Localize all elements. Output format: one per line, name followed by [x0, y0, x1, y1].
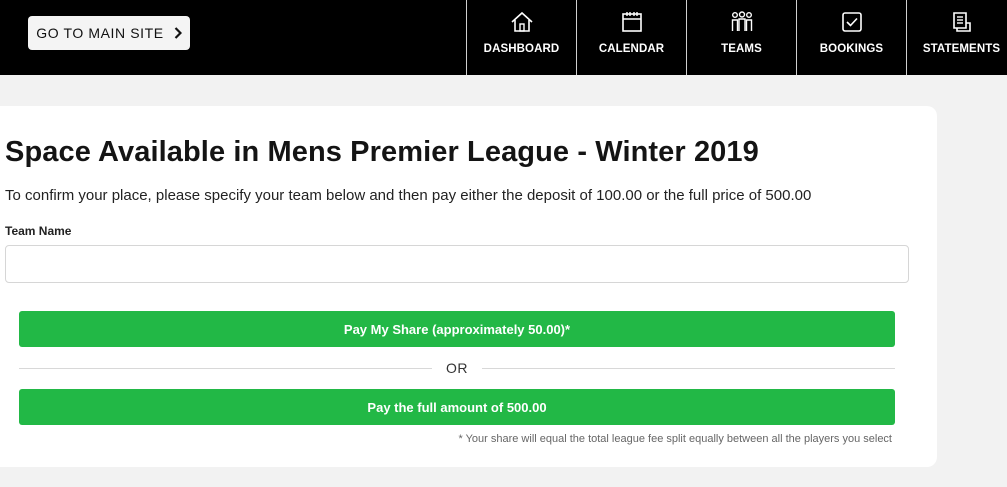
- top-navigation-bar: GO TO MAIN SITE DASHBOARD CALENDAR TEAMS: [0, 0, 1007, 75]
- page-title: Space Available in Mens Premier League -…: [5, 136, 759, 168]
- statement-icon: [951, 10, 973, 34]
- chevron-right-icon: [174, 27, 182, 39]
- go-to-main-site-label: GO TO MAIN SITE: [36, 25, 164, 41]
- go-to-main-site-button[interactable]: GO TO MAIN SITE: [28, 16, 190, 50]
- or-label: OR: [446, 360, 468, 376]
- checkbox-icon: [841, 10, 863, 34]
- nav-bookings-label: BOOKINGS: [819, 43, 884, 55]
- nav-dashboard[interactable]: DASHBOARD: [466, 0, 576, 75]
- nav-calendar[interactable]: CALENDAR: [576, 0, 686, 75]
- nav-teams[interactable]: TEAMS: [686, 0, 796, 75]
- team-name-input[interactable]: [5, 245, 909, 283]
- main-nav: DASHBOARD CALENDAR TEAMS BOOKINGS STATEM…: [466, 0, 1007, 75]
- nav-statements[interactable]: STATEMENTS: [906, 0, 1007, 75]
- confirm-instructions: To confirm your place, please specify yo…: [5, 187, 812, 204]
- divider-line-right: [482, 367, 895, 369]
- nav-bookings[interactable]: BOOKINGS: [796, 0, 906, 75]
- team-name-label: Team Name: [5, 224, 72, 238]
- team-icon: [730, 10, 754, 34]
- nav-statements-label: STATEMENTS: [922, 43, 1001, 55]
- pay-full-amount-button[interactable]: Pay the full amount of 500.00: [19, 389, 895, 425]
- divider-line-left: [19, 367, 432, 369]
- nav-calendar-label: CALENDAR: [598, 43, 665, 55]
- or-divider: OR: [19, 358, 895, 378]
- home-icon: [510, 10, 534, 34]
- calendar-icon: [621, 10, 643, 34]
- nav-teams-label: TEAMS: [721, 43, 762, 55]
- nav-dashboard-label: DASHBOARD: [483, 43, 560, 55]
- share-footnote: * Your share will equal the total league…: [458, 433, 892, 445]
- pay-my-share-button[interactable]: Pay My Share (approximately 50.00)*: [19, 311, 895, 347]
